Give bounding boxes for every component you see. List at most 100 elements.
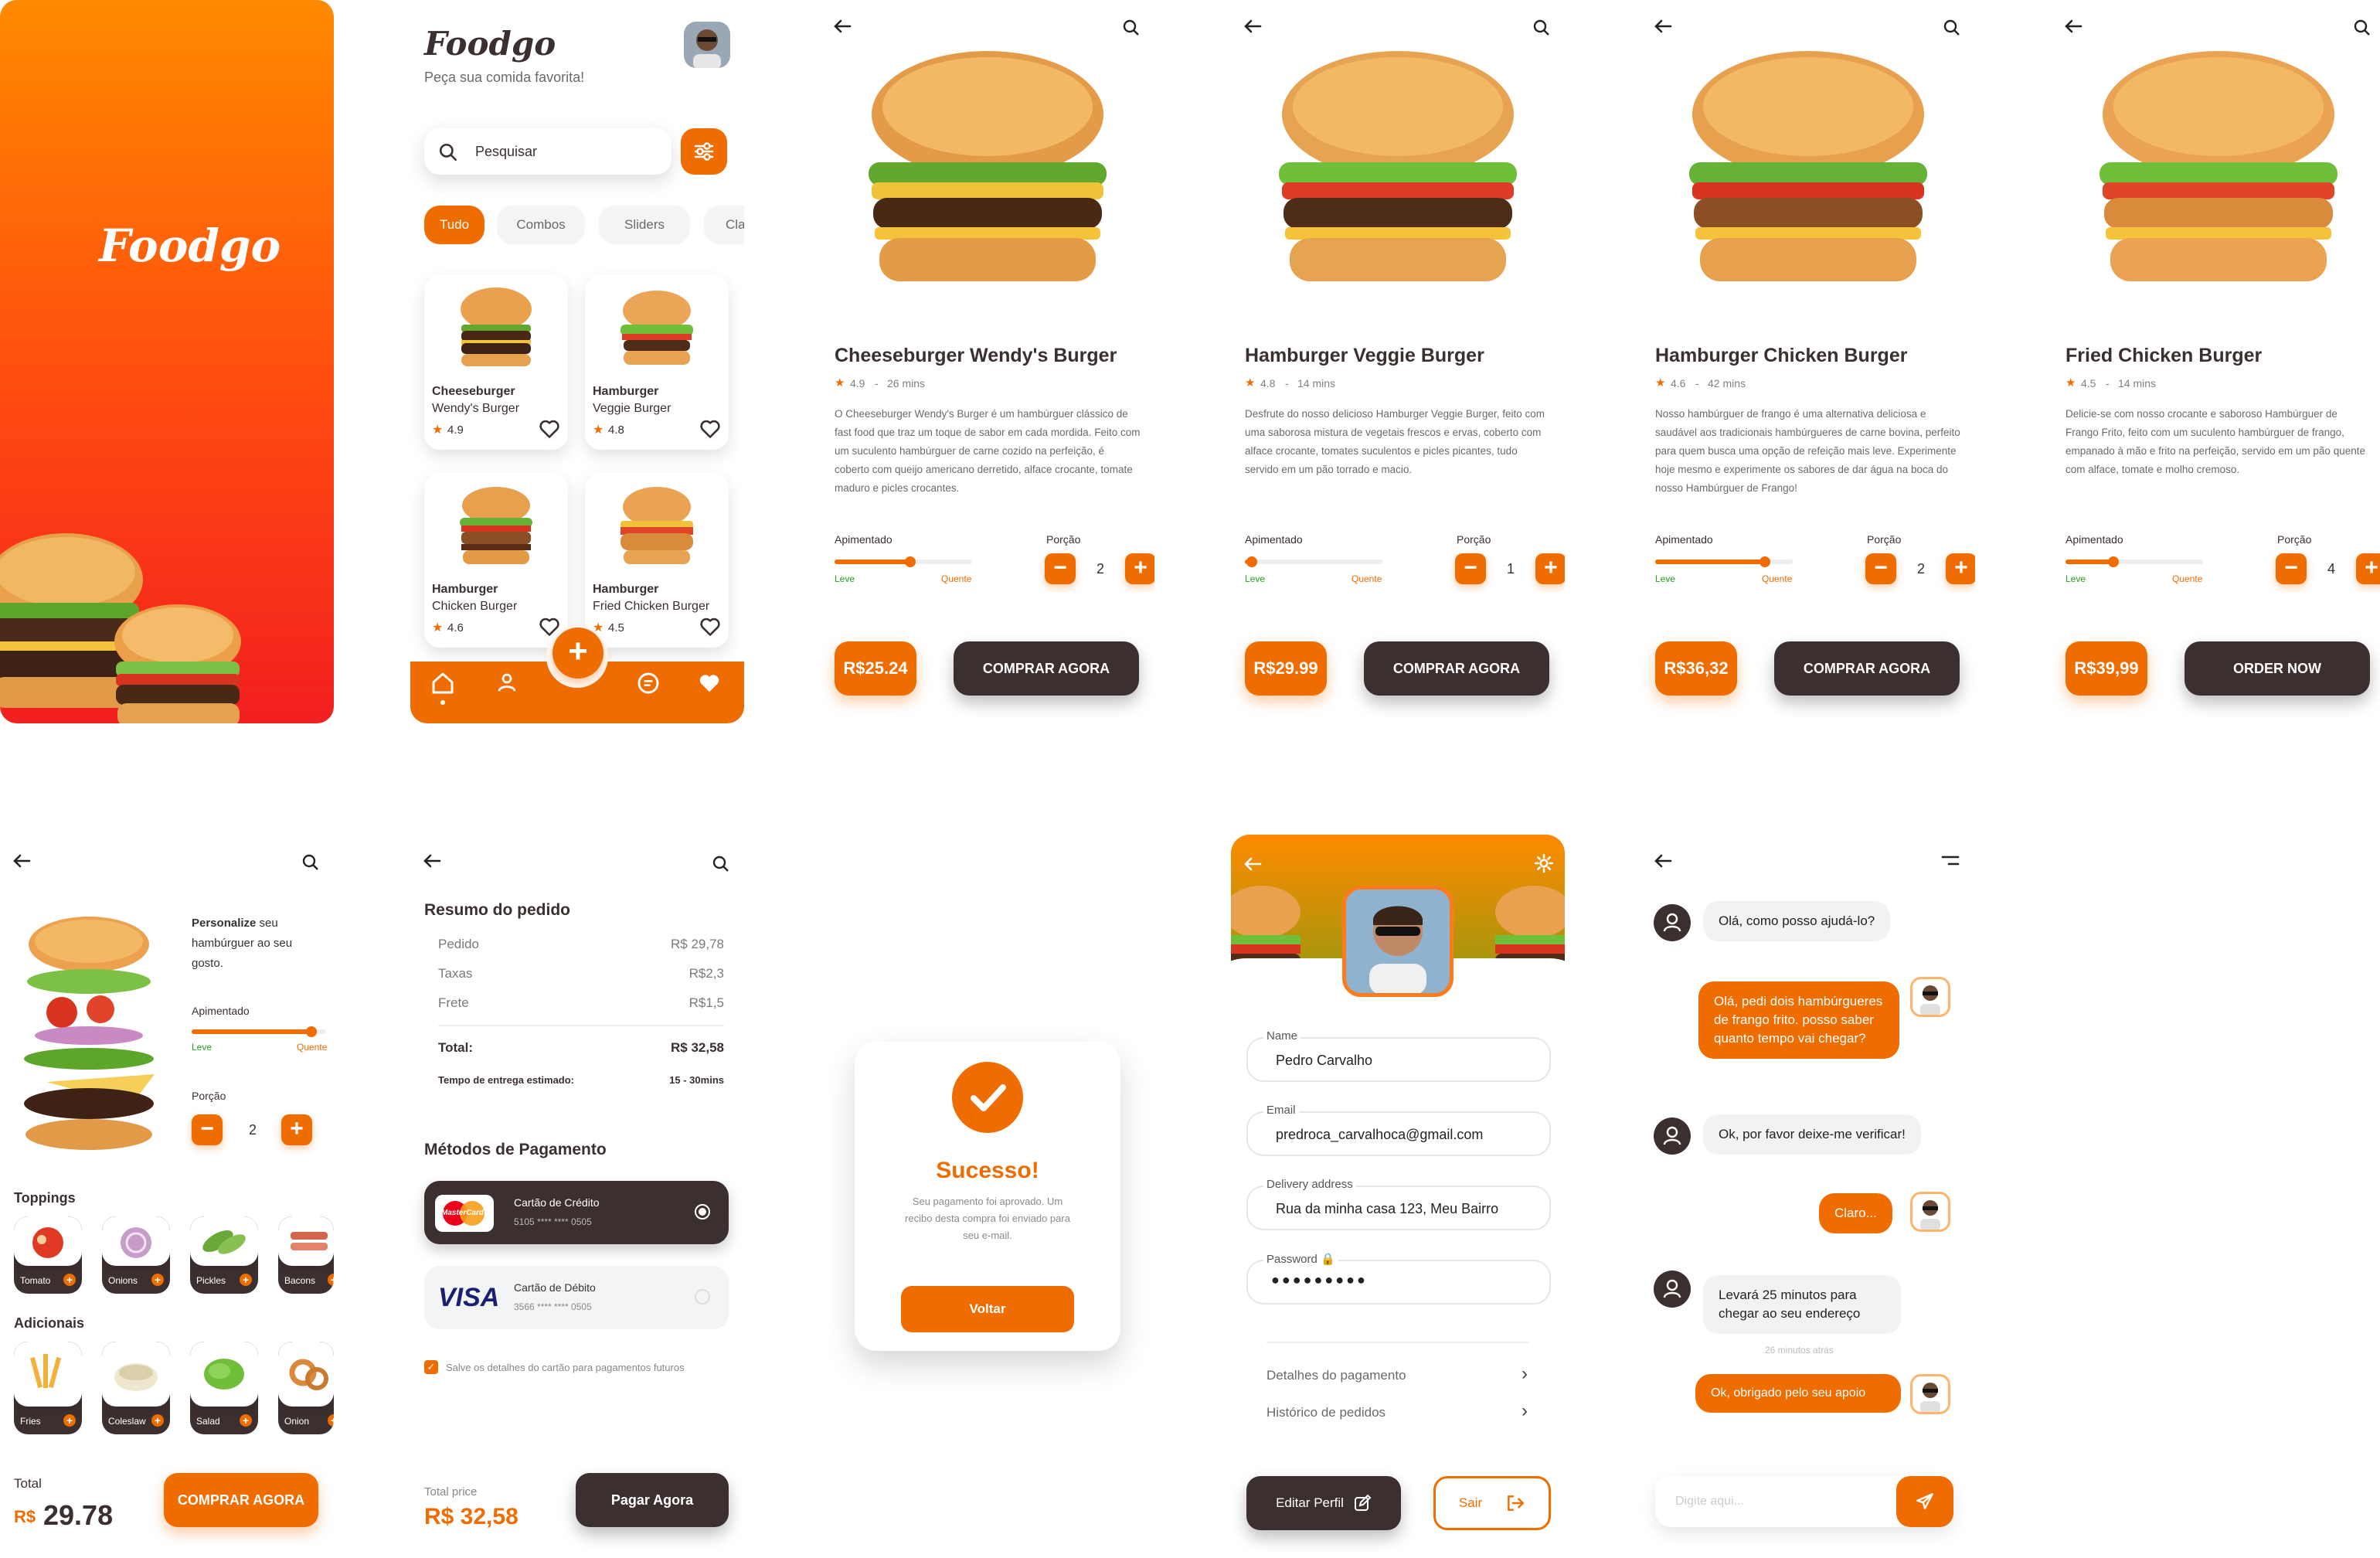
side-item[interactable]: Salad + [190,1342,258,1434]
add-icon[interactable]: + [63,1274,76,1286]
send-button[interactable] [1896,1476,1953,1527]
search-bar[interactable]: Pesquisar [424,128,672,175]
logout-button[interactable]: Sair [1433,1476,1551,1530]
search-icon[interactable] [301,853,320,872]
decrease-button[interactable]: − [1455,553,1486,584]
chip-classic[interactable]: Cla [704,206,744,244]
buy-now-button[interactable]: COMPRAR AGORA [164,1473,318,1527]
radio-unselected[interactable] [695,1289,710,1305]
add-icon[interactable]: + [151,1274,164,1286]
chip-all[interactable]: Tudo [424,206,484,244]
search-icon[interactable] [712,855,730,873]
spicy-slider[interactable] [1245,556,1382,567]
product-card[interactable]: Hamburger Chicken Burger ★ 4.6 [424,473,568,648]
menu-icon[interactable] [1941,855,1960,867]
credit-card-option[interactable]: MasterCard Cartão de Crédito 5105 **** *… [424,1181,729,1244]
radio-selected[interactable] [695,1204,710,1220]
increase-button[interactable]: + [2356,553,2380,584]
pay-now-button[interactable]: Pagar Agora [576,1473,729,1527]
chip-sliders[interactable]: Sliders [599,206,690,244]
chevron-right-icon[interactable]: › [1522,1400,1528,1422]
chevron-right-icon[interactable]: › [1522,1363,1528,1385]
buy-now-button[interactable]: COMPRAR AGORA [1364,641,1549,696]
buy-now-button[interactable]: COMPRAR AGORA [1774,641,1960,696]
product-card[interactable]: Cheeseburger Wendy's Burger ★ 4.9 [424,275,568,450]
add-icon[interactable]: + [328,1274,334,1286]
payment-details-link[interactable]: Detalhes do pagamento [1266,1368,1406,1383]
address-field[interactable]: Delivery address Rua da minha casa 123, M… [1246,1178,1551,1230]
spicy-slider-knob[interactable] [1760,556,1771,567]
spicy-slider[interactable] [2066,556,2203,567]
password-field[interactable]: Password 🔒 ●●●●●●●●● [1246,1252,1551,1305]
heart-icon[interactable] [699,419,721,439]
heart-icon[interactable] [698,672,721,694]
card-name: Cartão de Crédito [514,1196,600,1209]
heart-icon[interactable] [699,617,721,637]
spicy-slider-knob[interactable] [1246,556,1257,567]
back-button[interactable]: Voltar [901,1286,1074,1332]
search-icon[interactable] [1943,19,1961,37]
heart-icon[interactable] [539,419,560,439]
search-icon[interactable] [2353,19,2372,37]
side-item[interactable]: Coleslaw + [102,1342,170,1434]
increase-button[interactable]: + [1535,553,1565,584]
search-icon[interactable] [1122,19,1141,37]
add-icon[interactable]: + [240,1274,252,1286]
name-field[interactable]: Name Pedro Carvalho [1246,1029,1551,1082]
message-incoming: Ok, por favor deixe-me verificar! [1703,1114,1921,1155]
filter-button[interactable] [681,128,727,175]
product-card[interactable]: Hamburger Fried Chicken Burger ★ 4.5 [585,473,729,648]
user-icon[interactable] [495,671,518,694]
chip-combos[interactable]: Combos [497,206,585,244]
back-arrow-icon[interactable] [833,19,852,34]
product-card[interactable]: Hamburger Veggie Burger ★ 4.8 [585,275,729,450]
buy-now-button[interactable]: COMPRAR AGORA [954,641,1139,696]
home-icon[interactable] [430,671,455,696]
side-item[interactable]: Onion + [278,1342,334,1434]
back-arrow-icon[interactable] [423,853,441,869]
side-item[interactable]: Fries + [14,1342,82,1434]
increase-button[interactable]: + [1946,553,1975,584]
back-arrow-icon[interactable] [1243,19,1262,34]
add-icon[interactable]: + [240,1414,252,1427]
edit-profile-button[interactable]: Editar Perfil [1246,1476,1401,1530]
add-icon[interactable]: + [151,1414,164,1427]
total-label: Total [14,1476,42,1491]
decrease-button[interactable]: − [1045,553,1076,584]
debit-card-option[interactable]: VISA Cartão de Débito 3566 **** **** 050… [424,1266,729,1329]
decrease-button[interactable]: − [1865,553,1896,584]
back-arrow-icon[interactable] [1243,856,1262,872]
increase-button[interactable]: + [281,1114,312,1145]
spicy-low-label: Leve [1245,573,1266,584]
topping-item[interactable]: Tomato + [14,1216,82,1294]
add-icon[interactable]: + [328,1414,334,1427]
add-icon[interactable]: + [63,1414,76,1427]
back-arrow-icon[interactable] [2064,19,2082,34]
settings-icon[interactable] [1534,853,1554,873]
decrease-button[interactable]: − [192,1114,223,1145]
order-history-link[interactable]: Histórico de pedidos [1266,1405,1386,1420]
email-field[interactable]: Email predroca_carvalhoca@gmail.com [1246,1104,1551,1156]
spicy-slider-knob[interactable] [306,1026,317,1037]
back-arrow-icon[interactable] [1654,19,1672,34]
spicy-label: Apimentado [835,533,892,546]
decrease-button[interactable]: − [2276,553,2307,584]
spicy-slider-knob[interactable] [2108,556,2120,567]
increase-button[interactable]: + [1125,553,1154,584]
spicy-slider-knob[interactable] [904,556,916,567]
spicy-slider[interactable] [835,556,972,567]
topping-item[interactable]: Pickles + [190,1216,258,1294]
search-icon[interactable] [1532,19,1551,37]
topping-item[interactable]: Bacons + [278,1216,334,1294]
chat-icon[interactable] [636,671,661,696]
spicy-slider[interactable] [192,1026,326,1037]
profile-photo[interactable] [1342,886,1454,997]
buy-now-button[interactable]: ORDER NOW [2184,641,2370,696]
back-arrow-icon[interactable] [12,853,31,869]
save-card-checkbox[interactable]: ✓ [424,1360,438,1374]
add-button[interactable]: + [552,628,604,679]
topping-item[interactable]: Onions + [102,1216,170,1294]
profile-avatar[interactable] [684,22,730,68]
back-arrow-icon[interactable] [1654,853,1672,869]
spicy-slider[interactable] [1655,556,1793,567]
